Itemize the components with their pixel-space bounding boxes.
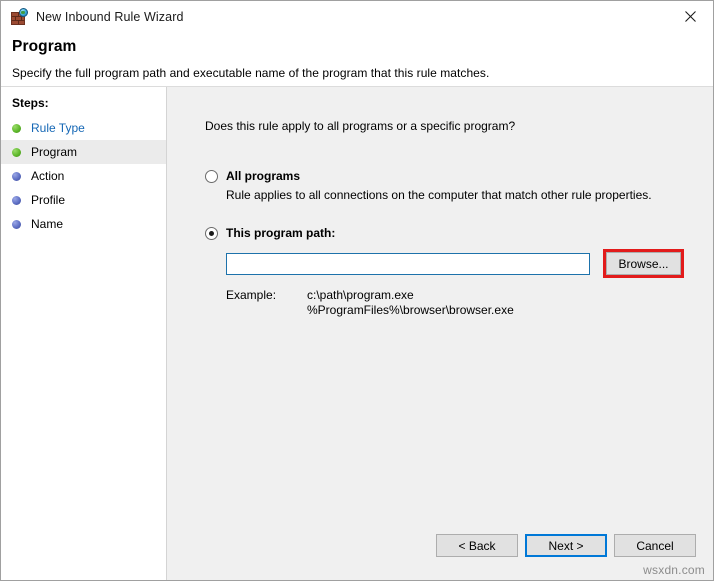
radio-all-programs[interactable] <box>205 170 218 183</box>
step-bullet-icon <box>12 172 21 181</box>
example-value-1: c:\path\program.exe <box>307 288 514 303</box>
back-button[interactable]: < Back <box>436 534 518 557</box>
radio-this-program-path[interactable] <box>205 227 218 240</box>
next-button[interactable]: Next > <box>525 534 607 557</box>
step-bullet-icon <box>12 124 21 133</box>
sidebar-item-rule-type[interactable]: Rule Type <box>1 116 166 140</box>
firewall-rule-icon <box>10 8 28 26</box>
page-title: Program <box>12 38 713 56</box>
steps-sidebar: Steps: Rule Type Program Action Profile … <box>1 87 167 580</box>
option-all-programs-label[interactable]: All programs <box>226 169 300 183</box>
window-title: New Inbound Rule Wizard <box>36 10 184 24</box>
question-text: Does this rule apply to all programs or … <box>205 119 515 133</box>
content-panel: Does this rule apply to all programs or … <box>167 87 713 580</box>
new-inbound-rule-wizard-window: New Inbound Rule Wizard Program Specify … <box>0 0 714 581</box>
sidebar-item-program[interactable]: Program <box>1 140 166 164</box>
step-bullet-icon <box>12 196 21 205</box>
example-row: Example: c:\path\program.exe %ProgramFil… <box>226 288 684 318</box>
close-icon[interactable] <box>667 1 713 32</box>
page-subtitle: Specify the full program path and execut… <box>12 66 713 80</box>
option-all-programs: All programs Rule applies to all connect… <box>205 169 652 202</box>
wizard-footer: < Back Next > Cancel <box>429 534 696 557</box>
watermark: wsxdn.com <box>643 563 705 577</box>
browse-button-highlight: Browse... <box>603 249 684 278</box>
steps-heading: Steps: <box>1 96 166 116</box>
sidebar-item-label: Profile <box>31 193 65 207</box>
cancel-button[interactable]: Cancel <box>614 534 696 557</box>
sidebar-item-label: Name <box>31 217 63 231</box>
step-bullet-icon <box>12 148 21 157</box>
wizard-body: Steps: Rule Type Program Action Profile … <box>1 87 713 580</box>
sidebar-item-label: Program <box>31 145 77 159</box>
sidebar-item-name[interactable]: Name <box>1 212 166 236</box>
option-this-program-path: This program path: Browse... Example: c:… <box>205 226 684 318</box>
example-label: Example: <box>226 288 307 318</box>
sidebar-item-profile[interactable]: Profile <box>1 188 166 212</box>
page-header: Program Specify the full program path an… <box>1 32 713 87</box>
sidebar-item-label: Action <box>31 169 64 183</box>
sidebar-item-action[interactable]: Action <box>1 164 166 188</box>
example-values: c:\path\program.exe %ProgramFiles%\brows… <box>307 288 514 318</box>
option-this-program-path-label[interactable]: This program path: <box>226 226 335 240</box>
browse-button[interactable]: Browse... <box>606 252 681 275</box>
sidebar-item-label: Rule Type <box>31 121 85 135</box>
example-value-2: %ProgramFiles%\browser\browser.exe <box>307 303 514 318</box>
option-all-programs-description: Rule applies to all connections on the c… <box>226 188 652 202</box>
step-bullet-icon <box>12 220 21 229</box>
title-bar: New Inbound Rule Wizard <box>1 1 713 32</box>
program-path-row: Browse... <box>226 249 684 278</box>
program-path-input[interactable] <box>226 253 590 275</box>
